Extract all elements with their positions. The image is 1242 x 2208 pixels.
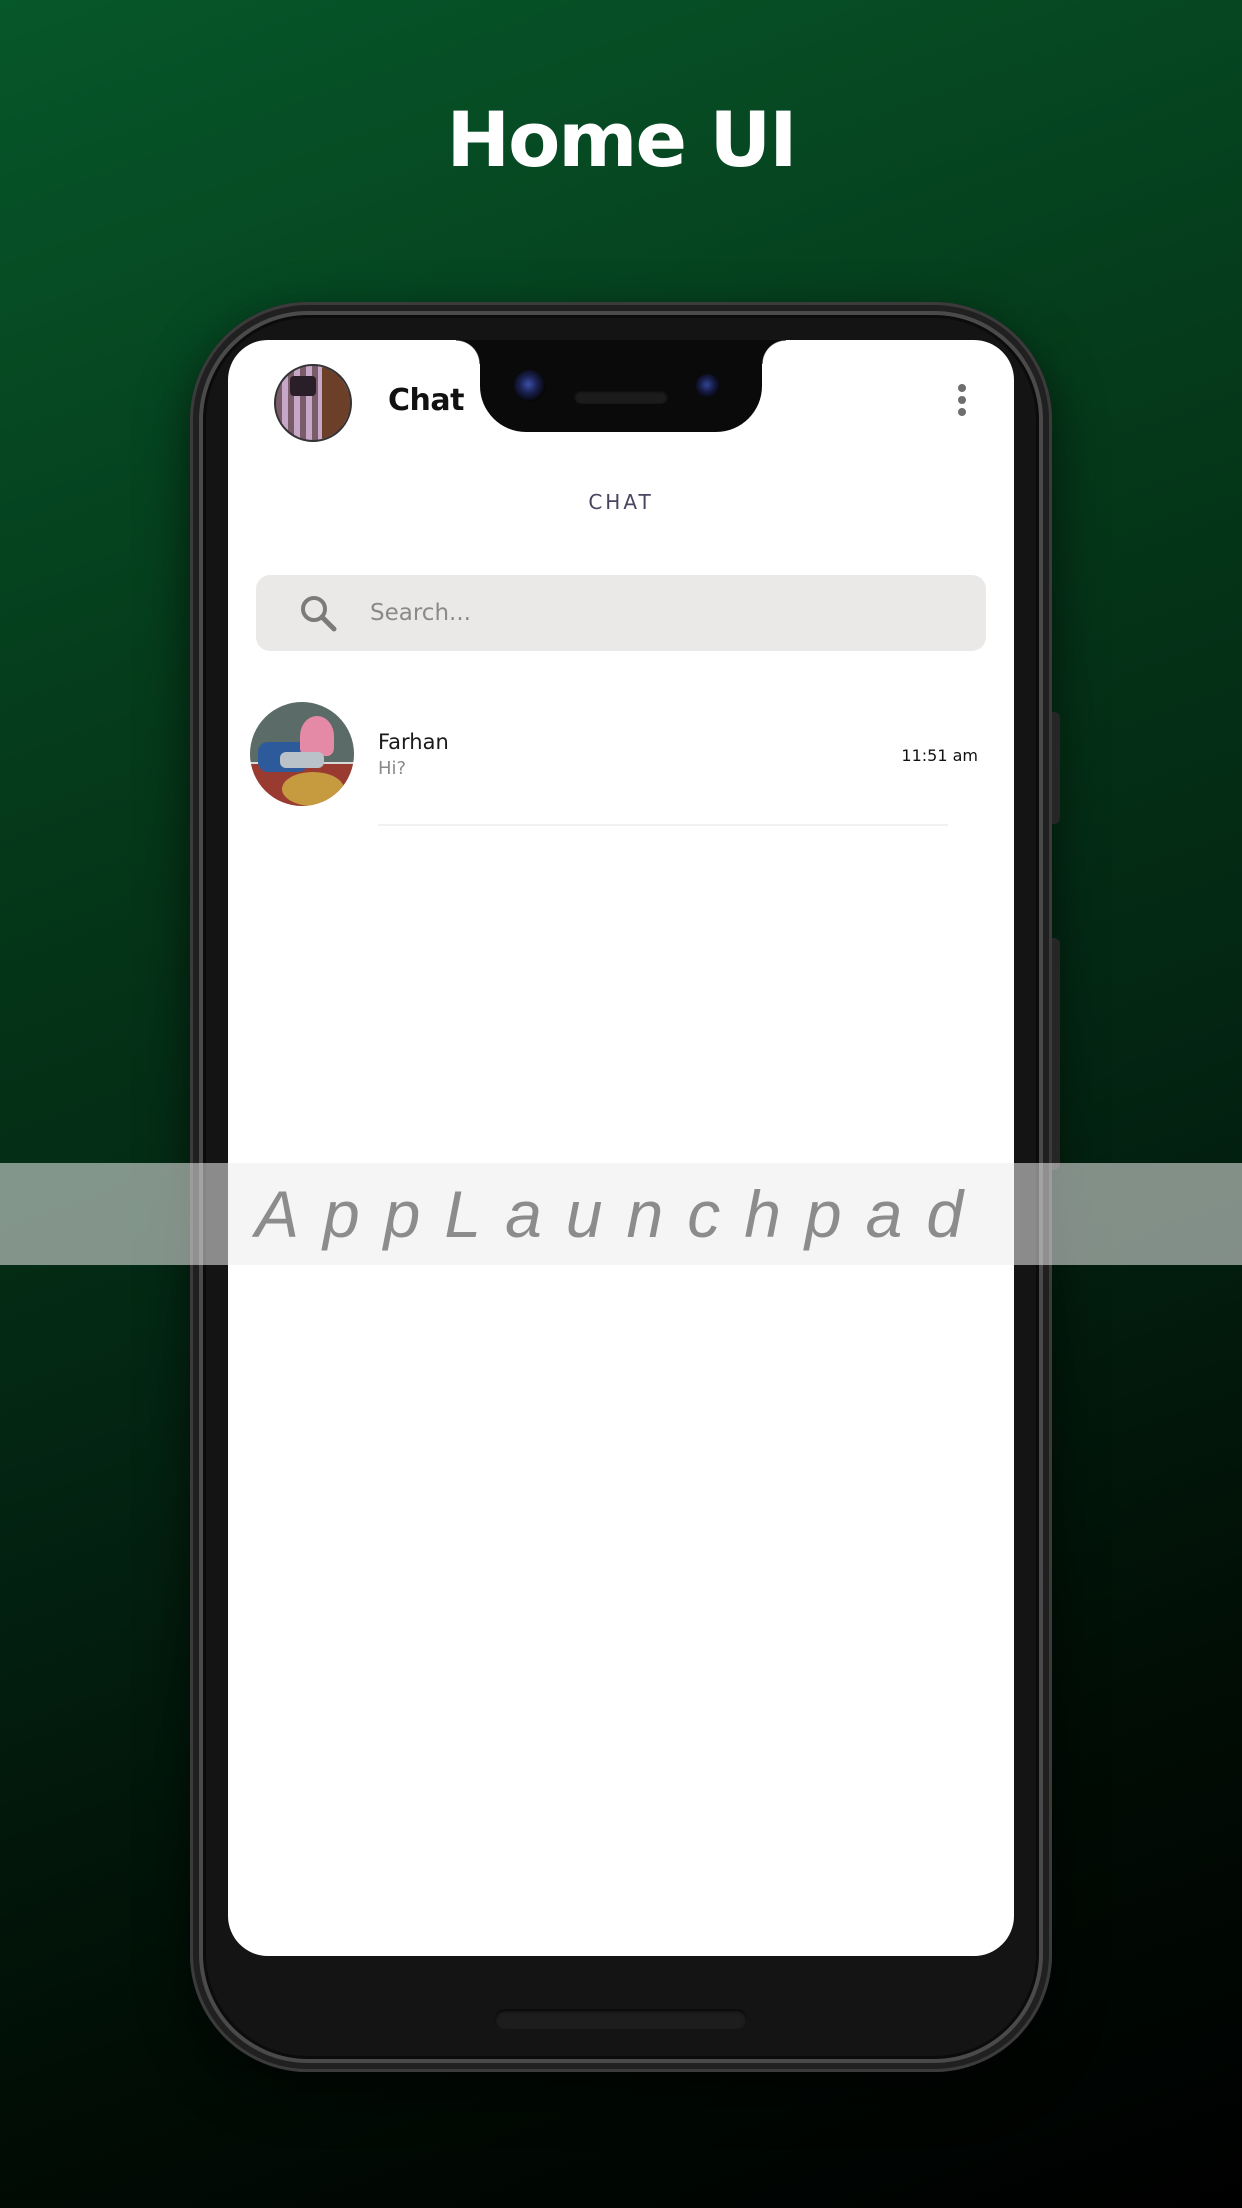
avatar-photo-part [300, 716, 334, 756]
section-label-chat: CHAT [588, 490, 654, 514]
search-icon [301, 596, 337, 632]
search-input[interactable] [370, 575, 970, 651]
promo-headline: Home UI [446, 95, 797, 184]
front-camera-icon [514, 370, 546, 402]
profile-avatar[interactable] [274, 364, 352, 442]
phone-speaker-grille [495, 2009, 747, 2029]
list-divider [378, 824, 948, 826]
menu-dot [958, 384, 966, 392]
watermark-text: AppLaunchpad [254, 1177, 988, 1251]
phone-notch [456, 340, 786, 432]
avatar-photo-part [280, 752, 324, 768]
avatar-photo-part [322, 366, 350, 440]
phone-power-button [1052, 712, 1060, 824]
message-preview: Hi? [378, 758, 407, 779]
phone-volume-button [1052, 938, 1060, 1170]
contact-name: Farhan [378, 730, 449, 754]
avatar-photo-part [282, 772, 344, 806]
menu-dot [958, 396, 966, 404]
more-vertical-icon[interactable] [952, 384, 972, 420]
search-bar[interactable] [256, 575, 986, 651]
earpiece-speaker [574, 390, 668, 404]
contact-avatar [250, 702, 354, 806]
menu-dot [958, 408, 966, 416]
message-timestamp: 11:51 am [901, 746, 978, 765]
front-sensor-icon [696, 374, 720, 398]
app-bar-title: Chat [388, 383, 464, 418]
avatar-photo-part [290, 376, 316, 396]
chat-list-item[interactable]: Farhan Hi? 11:51 am [228, 702, 1014, 832]
app-screen: Chat CHAT Farhan Hi? 11:51 am [228, 340, 1014, 1956]
